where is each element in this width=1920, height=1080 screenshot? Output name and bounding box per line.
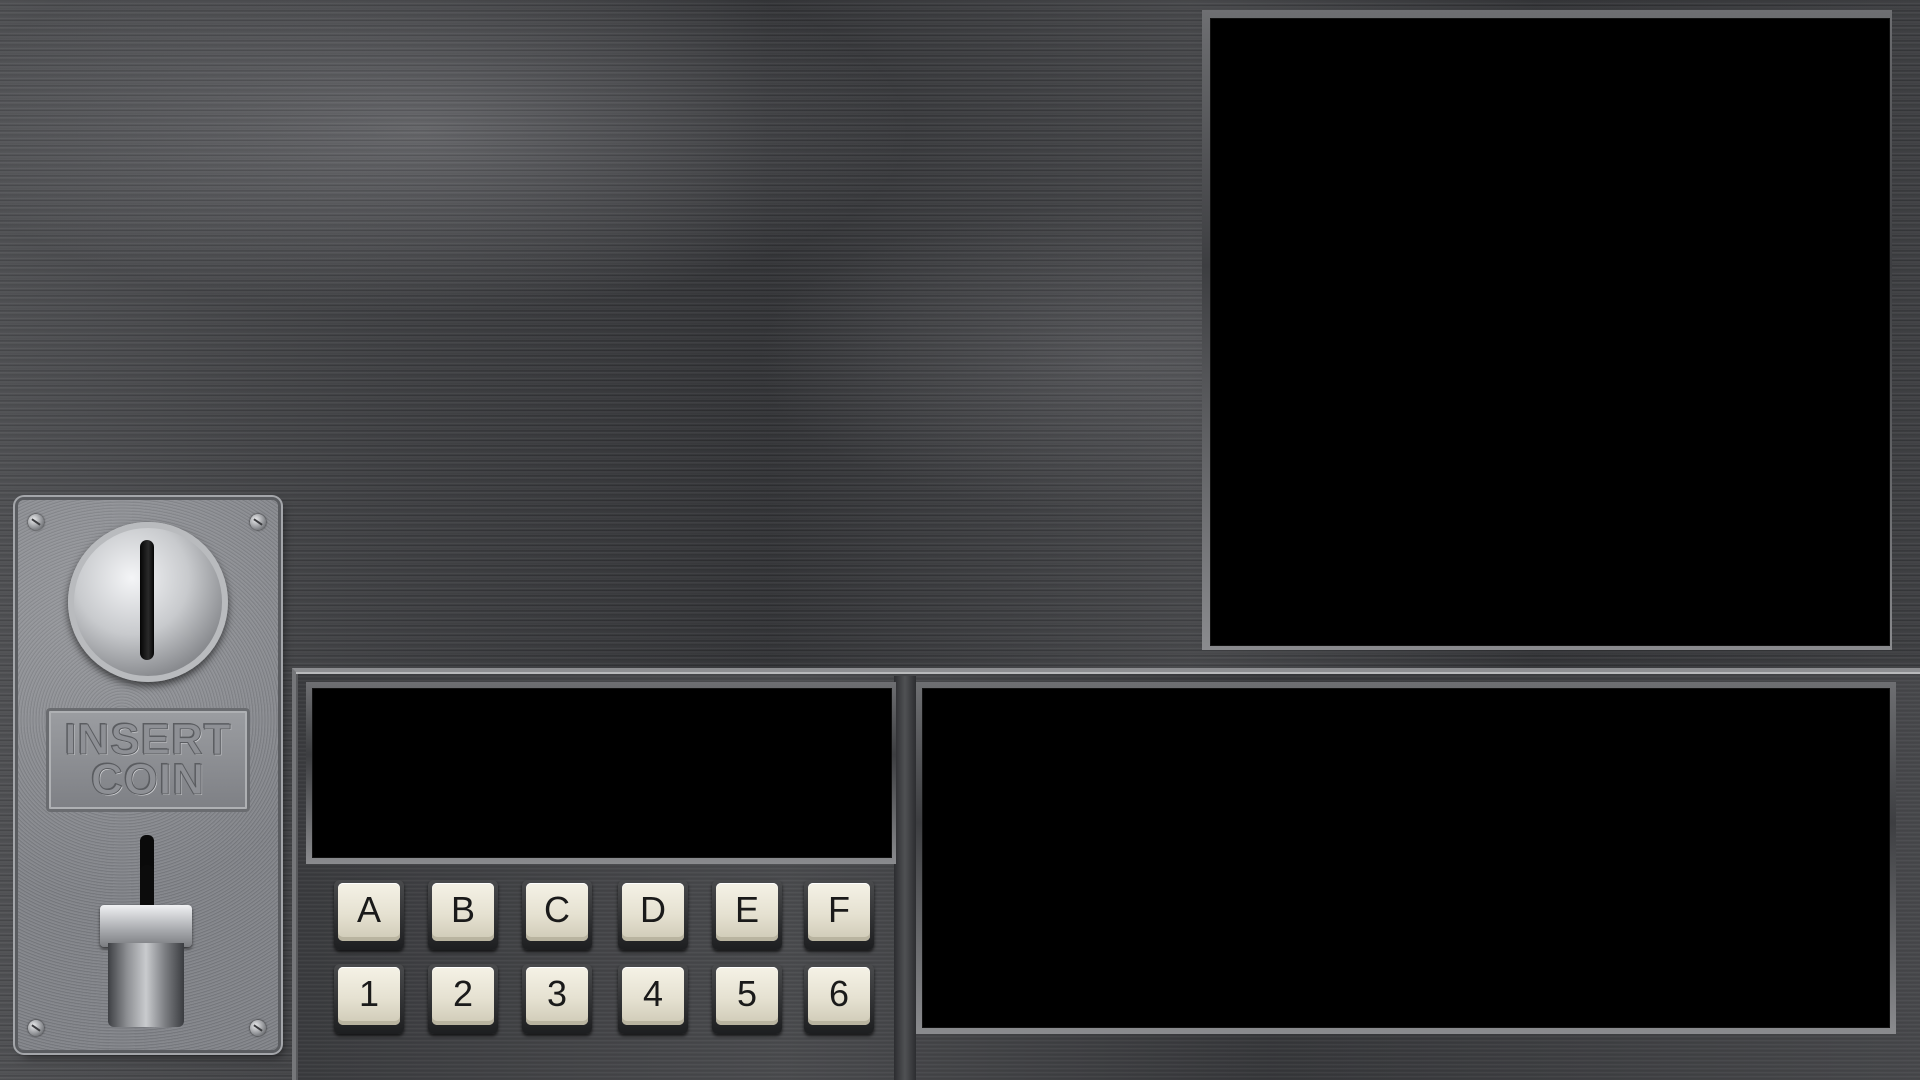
coin-slot-icon xyxy=(140,540,154,660)
selection-keypad: A B C D E F 1 2 3 4 5 6 xyxy=(330,874,890,1044)
key-label: B xyxy=(432,883,494,941)
key-label: C xyxy=(526,883,588,941)
key-3-button[interactable]: 3 xyxy=(522,964,592,1034)
screw-icon xyxy=(250,1020,266,1036)
key-2-button[interactable]: 2 xyxy=(428,964,498,1034)
key-a-button[interactable]: A xyxy=(334,880,404,950)
key-d-button[interactable]: D xyxy=(618,880,688,950)
screw-icon xyxy=(28,514,44,530)
key-label: 6 xyxy=(808,967,870,1025)
info-display-screen xyxy=(312,688,892,858)
key-6-button[interactable]: 6 xyxy=(804,964,874,1034)
key-1-button[interactable]: 1 xyxy=(334,964,404,1034)
key-label: 5 xyxy=(716,967,778,1025)
screw-icon xyxy=(250,514,266,530)
key-f-button[interactable]: F xyxy=(804,880,874,950)
insert-coin-label-line1: INSERT xyxy=(64,715,232,764)
screw-icon xyxy=(28,1020,44,1036)
main-game-screen xyxy=(1210,18,1890,646)
coin-door: INSERT COIN xyxy=(18,500,278,1050)
key-label: 2 xyxy=(432,967,494,1025)
arcade-cabinet-background: A B C D E F 1 2 3 4 5 6 INSERT COIN xyxy=(0,0,1920,1080)
coin-return-lever[interactable] xyxy=(100,865,192,1027)
key-label: F xyxy=(808,883,870,941)
console-divider xyxy=(894,676,916,1080)
insert-coin-plate: INSERT COIN xyxy=(46,708,250,812)
key-label: E xyxy=(716,883,778,941)
key-label: D xyxy=(622,883,684,941)
key-c-button[interactable]: C xyxy=(522,880,592,950)
key-label: 1 xyxy=(338,967,400,1025)
key-b-button[interactable]: B xyxy=(428,880,498,950)
key-4-button[interactable]: 4 xyxy=(618,964,688,1034)
coin-slot-button[interactable] xyxy=(68,522,228,682)
key-5-button[interactable]: 5 xyxy=(712,964,782,1034)
key-label: 4 xyxy=(622,967,684,1025)
lever-body xyxy=(108,943,184,1027)
key-e-button[interactable]: E xyxy=(712,880,782,950)
secondary-display-screen xyxy=(922,688,1890,1028)
key-label: A xyxy=(338,883,400,941)
insert-coin-label-line2: COIN xyxy=(91,755,205,804)
key-label: 3 xyxy=(526,967,588,1025)
lever-cap xyxy=(100,905,192,947)
